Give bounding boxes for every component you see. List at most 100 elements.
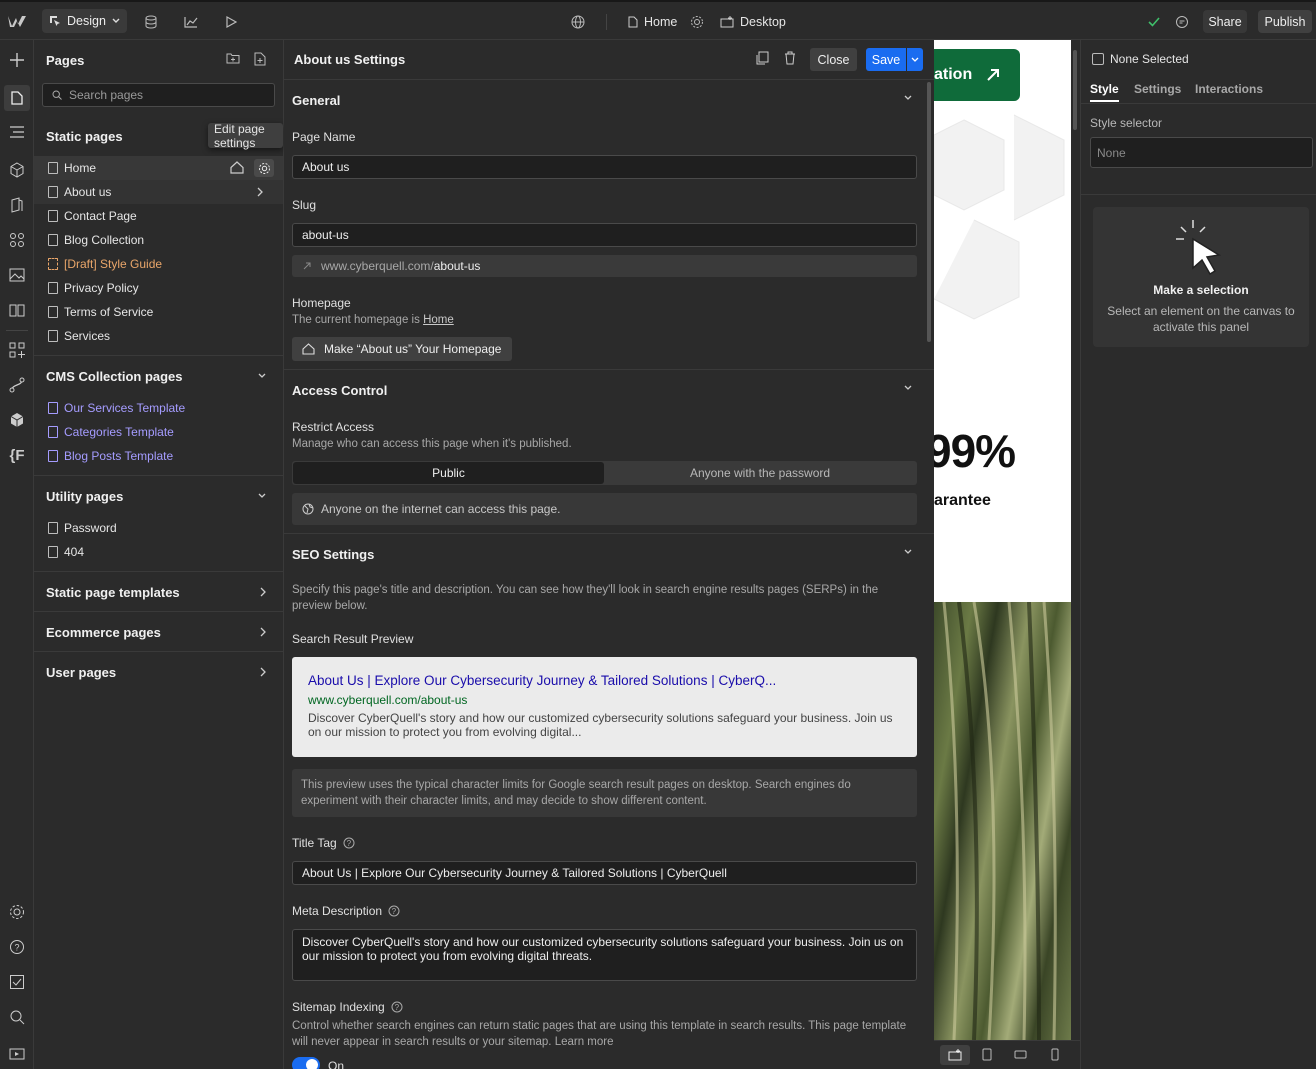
styles-icon[interactable] <box>7 230 27 250</box>
duplicate-icon[interactable] <box>755 51 769 65</box>
webflow-logo-icon[interactable] <box>6 10 28 32</box>
cta-button[interactable]: ation <box>934 49 1020 101</box>
chevron-right-icon[interactable] <box>260 627 266 637</box>
page-label: 404 <box>64 545 85 559</box>
preview-play-icon[interactable] <box>222 13 240 31</box>
publish-button[interactable]: Publish <box>1258 10 1312 33</box>
cursor-click-icon <box>1176 220 1222 275</box>
save-button[interactable]: Save <box>866 48 906 71</box>
page-row-password[interactable]: Password <box>34 516 283 540</box>
search-pages-field[interactable]: Search pages <box>42 83 275 107</box>
page-row-services-template[interactable]: Our Services Template <box>34 396 283 420</box>
new-page-icon[interactable] <box>254 52 270 68</box>
share-button[interactable]: Share <box>1203 10 1247 33</box>
chevron-right-icon[interactable] <box>260 667 266 677</box>
page-row-about-us[interactable]: About us <box>34 180 283 204</box>
chevron-right-icon[interactable] <box>260 587 266 597</box>
chevron-down-icon[interactable] <box>258 373 266 379</box>
grass-blades-decoration <box>942 602 1057 1040</box>
globe-icon[interactable] <box>569 13 587 31</box>
trash-icon[interactable] <box>784 51 796 65</box>
tasks-checkbox-icon[interactable] <box>7 972 27 992</box>
canvas-scrollbar[interactable] <box>1073 50 1077 130</box>
top-bar: Design Home Desktop Share Publish <box>0 0 1316 40</box>
page-icon <box>48 234 58 246</box>
chevron-down-icon[interactable] <box>258 493 266 499</box>
tab-settings[interactable]: Settings <box>1134 82 1181 96</box>
access-info-box: Anyone on the internet can access this p… <box>292 493 917 525</box>
page-name-input[interactable]: About us <box>292 155 917 179</box>
analytics-icon[interactable] <box>182 13 200 31</box>
settings-scrollbar[interactable] <box>927 82 931 342</box>
desktop-breakpoint-icon[interactable] <box>940 1045 970 1065</box>
mobile-portrait-icon[interactable] <box>1051 1048 1059 1061</box>
svg-text:?: ? <box>346 839 351 848</box>
make-homepage-button[interactable]: Make “About us” Your Homepage <box>292 337 512 361</box>
design-mode-label: Design <box>67 14 106 28</box>
video-tutorials-icon[interactable] <box>7 1043 27 1063</box>
svg-text:?: ? <box>15 943 20 953</box>
current-page-selector[interactable]: Home <box>628 12 677 32</box>
cms-database-icon[interactable] <box>142 13 160 31</box>
help-icon[interactable]: ? <box>7 937 27 957</box>
chevron-right-icon[interactable] <box>257 187 263 197</box>
page-row-categories-template[interactable]: Categories Template <box>34 420 283 444</box>
sitemap-toggle[interactable] <box>292 1057 320 1069</box>
components-icon[interactable] <box>7 160 27 180</box>
assets-icon[interactable] <box>7 265 27 285</box>
page-row-blog-collection[interactable]: Blog Collection <box>34 228 283 252</box>
settings-gear-icon[interactable] <box>7 902 27 922</box>
tab-style[interactable]: Style <box>1090 82 1119 102</box>
mobile-landscape-icon[interactable] <box>1014 1050 1027 1059</box>
ecommerce-pages-title[interactable]: Ecommerce pages <box>46 625 161 640</box>
apps-icon[interactable] <box>7 340 27 360</box>
home-icon[interactable] <box>230 161 244 174</box>
access-password-option[interactable]: Anyone with the password <box>604 462 916 484</box>
page-row-services[interactable]: Services <box>34 324 283 348</box>
tab-interactions[interactable]: Interactions <box>1195 82 1263 96</box>
add-element-icon[interactable] <box>7 50 27 70</box>
page-settings-gear-icon[interactable] <box>688 13 706 31</box>
chevron-down-icon[interactable] <box>904 95 914 105</box>
chevron-down-icon[interactable] <box>904 549 914 559</box>
page-row-style-guide[interactable]: [Draft] Style Guide <box>34 252 283 276</box>
navigator-icon[interactable] <box>7 122 27 142</box>
page-row-404[interactable]: 404 <box>34 540 283 564</box>
fonts-braces-icon[interactable]: {F <box>7 445 27 465</box>
page-row-terms[interactable]: Terms of Service <box>34 300 283 324</box>
page-label: [Draft] Style Guide <box>64 257 163 271</box>
slug-input[interactable]: about-us <box>292 223 917 247</box>
save-options-button[interactable] <box>907 48 923 71</box>
cms-book-icon[interactable] <box>7 300 27 320</box>
design-mode-button[interactable]: Design <box>42 9 127 33</box>
breakpoint-label: Desktop <box>740 15 786 29</box>
meta-description-textarea[interactable]: Discover CyberQuell's story and how our … <box>292 929 917 981</box>
sitemap-description: Control whether search engines can retur… <box>292 1020 907 1048</box>
breakpoint-selector[interactable]: Desktop <box>720 12 786 32</box>
pages-panel: Pages Search pages Static pages Edit pag… <box>34 40 284 1069</box>
logic-icon[interactable] <box>7 375 27 395</box>
pages-icon[interactable] <box>4 85 30 111</box>
title-tag-input[interactable]: About Us | Explore Our Cybersecurity Jou… <box>292 861 917 885</box>
access-public-option[interactable]: Public <box>293 462 604 484</box>
tablet-breakpoint-icon[interactable] <box>982 1048 992 1061</box>
package-icon[interactable] <box>7 410 27 430</box>
close-button[interactable]: Close <box>810 48 857 71</box>
search-icon[interactable] <box>7 1007 27 1027</box>
comments-icon[interactable] <box>1173 13 1191 31</box>
style-selector-input[interactable]: None <box>1090 137 1313 168</box>
user-pages-title[interactable]: User pages <box>46 665 116 680</box>
page-row-privacy[interactable]: Privacy Policy <box>34 276 283 300</box>
page-row-home[interactable]: Home <box>34 156 283 180</box>
page-settings-gear-icon[interactable] <box>254 159 274 177</box>
variables-icon[interactable] <box>7 195 27 215</box>
homepage-link[interactable]: Home <box>423 314 454 326</box>
design-canvas[interactable]: ation 99% arantee <box>934 40 1071 1040</box>
static-templates-title[interactable]: Static page templates <box>46 585 180 600</box>
new-folder-icon[interactable] <box>226 52 242 68</box>
selection-checkbox[interactable] <box>1092 53 1104 65</box>
page-row-contact[interactable]: Contact Page <box>34 204 283 228</box>
page-row-blog-posts-template[interactable]: Blog Posts Template <box>34 444 283 468</box>
chevron-down-icon[interactable] <box>904 385 914 395</box>
static-pages-title: Static pages <box>46 129 123 144</box>
